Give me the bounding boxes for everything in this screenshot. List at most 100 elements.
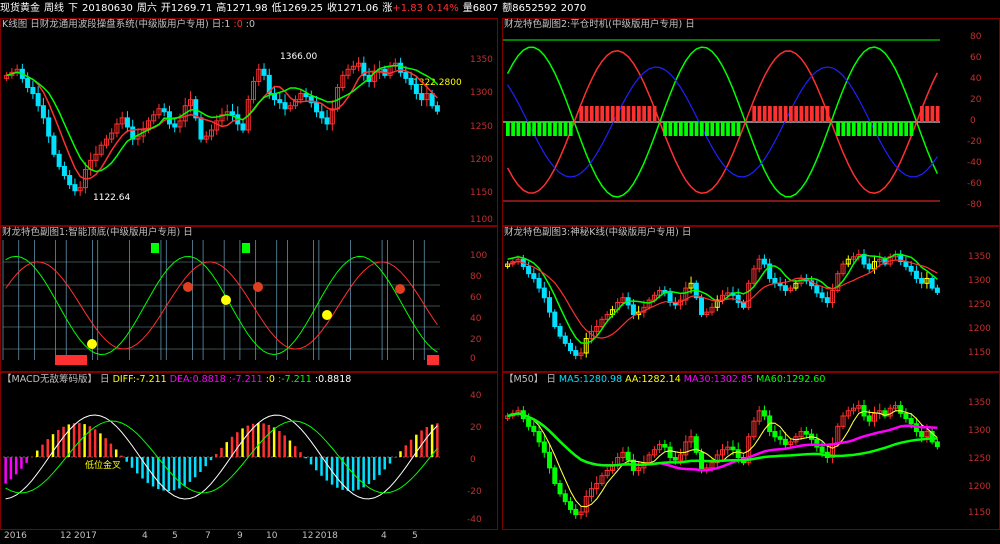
sub2-signal-bar bbox=[584, 106, 589, 122]
sub2-signal-bar bbox=[935, 106, 940, 122]
m50-candle-body bbox=[735, 449, 741, 459]
sub2-signal-bar bbox=[558, 122, 563, 136]
sub2-signal-bar bbox=[736, 122, 741, 136]
sub2-signal-bar bbox=[652, 106, 657, 122]
sub1-smiley-icon bbox=[322, 310, 332, 320]
sub1-bottom-signal-icon bbox=[55, 355, 87, 365]
sub3-candle-body bbox=[819, 292, 825, 299]
sub2-signal-bar bbox=[768, 106, 772, 122]
sub2-signal-bar bbox=[668, 122, 673, 136]
sub2-signal-bar bbox=[851, 122, 856, 136]
chart-canvas[interactable] bbox=[0, 0, 1000, 544]
sub2-signal-bar bbox=[726, 122, 730, 136]
sub2-signal-bar bbox=[893, 122, 898, 136]
sub2-signal-bar bbox=[610, 106, 615, 122]
sub2-signal-bar bbox=[710, 122, 715, 136]
sub2-signal-bar bbox=[589, 106, 594, 122]
kline-candle-body bbox=[61, 165, 67, 177]
sub2-signal-bar bbox=[542, 122, 547, 136]
sub2-signal-bar bbox=[778, 106, 783, 122]
sub3-candle-body bbox=[913, 270, 919, 279]
sub3-candle-body bbox=[557, 326, 563, 337]
m50-candle-body bbox=[903, 412, 909, 420]
m50-candle-body bbox=[772, 431, 778, 438]
m50-candle-body bbox=[568, 501, 574, 510]
sub2-signal-bar bbox=[809, 106, 814, 122]
m50-candle-body bbox=[866, 415, 872, 422]
sub2-signal-bar bbox=[600, 106, 605, 122]
sub3-candle-body bbox=[735, 294, 741, 303]
sub2-signal-bar bbox=[715, 122, 720, 136]
kline-candle-body bbox=[429, 93, 435, 107]
sub2-signal-bar bbox=[857, 122, 861, 136]
m50-candle-body bbox=[536, 431, 542, 443]
sub1-top-signal-icon bbox=[151, 243, 159, 253]
sub2-signal-bar bbox=[699, 122, 704, 136]
m50-candle-body bbox=[557, 482, 563, 495]
sub3-candle-body bbox=[531, 273, 537, 279]
sub2-signal-bar bbox=[626, 106, 631, 122]
sub2-signal-bar bbox=[595, 106, 599, 122]
kline-candle-body bbox=[40, 105, 46, 119]
m50-candle-body bbox=[908, 418, 914, 425]
m50-candle-body bbox=[803, 431, 809, 435]
sub2-signal-bar bbox=[532, 122, 536, 136]
sub2-signal-bar bbox=[867, 122, 872, 136]
sub1-top-marker-icon bbox=[183, 282, 193, 292]
sub2-signal-bar bbox=[642, 106, 647, 122]
sub1-smiley-icon bbox=[221, 295, 231, 305]
sub2-signal-bar bbox=[568, 122, 573, 136]
m50-candle-body bbox=[573, 508, 579, 516]
kline-candle-body bbox=[408, 77, 414, 85]
kline-candle-body bbox=[72, 184, 78, 192]
sub2-signal-bar bbox=[694, 122, 699, 136]
sub1-top-marker-icon bbox=[395, 284, 405, 294]
sub2-signal-bar bbox=[883, 122, 888, 136]
sub2-signal-bar bbox=[684, 122, 688, 136]
sub2-signal-bar bbox=[804, 106, 809, 122]
sub2-signal-bar bbox=[925, 106, 930, 122]
sub3-candle-body bbox=[866, 263, 872, 270]
sub2-signal-bar bbox=[909, 122, 914, 136]
sub3-candle-body bbox=[573, 350, 579, 356]
sub3-candle-body bbox=[929, 277, 935, 289]
kline-candle-body bbox=[161, 108, 167, 113]
m50-candle-body bbox=[667, 446, 673, 459]
sub2-signal-bar bbox=[647, 106, 652, 122]
kline-candle-body bbox=[240, 123, 246, 131]
sub2-signal-bar bbox=[825, 106, 830, 122]
sub3-candle-body bbox=[699, 297, 705, 316]
sub2-signal-bar bbox=[637, 106, 641, 122]
sub1-line-red bbox=[5, 261, 438, 350]
m50-candle-body bbox=[730, 446, 736, 451]
sub3-candle-body bbox=[903, 261, 909, 267]
sub2-signal-bar bbox=[516, 122, 521, 136]
sub3-candle-body bbox=[547, 297, 553, 313]
kline-candle-body bbox=[434, 105, 440, 112]
kline-candle-body bbox=[277, 99, 283, 104]
sub2-signal-bar bbox=[762, 106, 767, 122]
kline-candle-body bbox=[67, 175, 73, 186]
kline-candle-body bbox=[419, 93, 425, 101]
sub2-signal-bar bbox=[904, 122, 909, 136]
sub2-signal-bar bbox=[673, 122, 678, 136]
sub3-candle-body bbox=[552, 311, 558, 328]
sub2-signal-bar bbox=[899, 122, 903, 136]
sub3-candle-body bbox=[782, 285, 788, 291]
sub2-signal-bar bbox=[689, 122, 694, 136]
sub2-signal-bar bbox=[820, 106, 825, 122]
sub3-candle-body bbox=[824, 297, 830, 304]
sub2-signal-bar bbox=[862, 122, 867, 136]
sub3-candle-body bbox=[772, 277, 778, 284]
sub2-signal-bar bbox=[616, 106, 620, 122]
sub1-smiley-icon bbox=[87, 339, 97, 349]
sub3-candle-body bbox=[541, 287, 547, 299]
sub2-signal-bar bbox=[878, 122, 882, 136]
sub2-signal-bar bbox=[752, 106, 757, 122]
kline-candle-body bbox=[319, 111, 325, 119]
sub3-candle-body bbox=[919, 277, 925, 284]
sub1-line-green bbox=[5, 255, 438, 356]
sub1-top-signal-icon bbox=[242, 243, 250, 253]
kline-candle-body bbox=[282, 102, 288, 110]
sub2-signal-bar bbox=[663, 122, 667, 136]
